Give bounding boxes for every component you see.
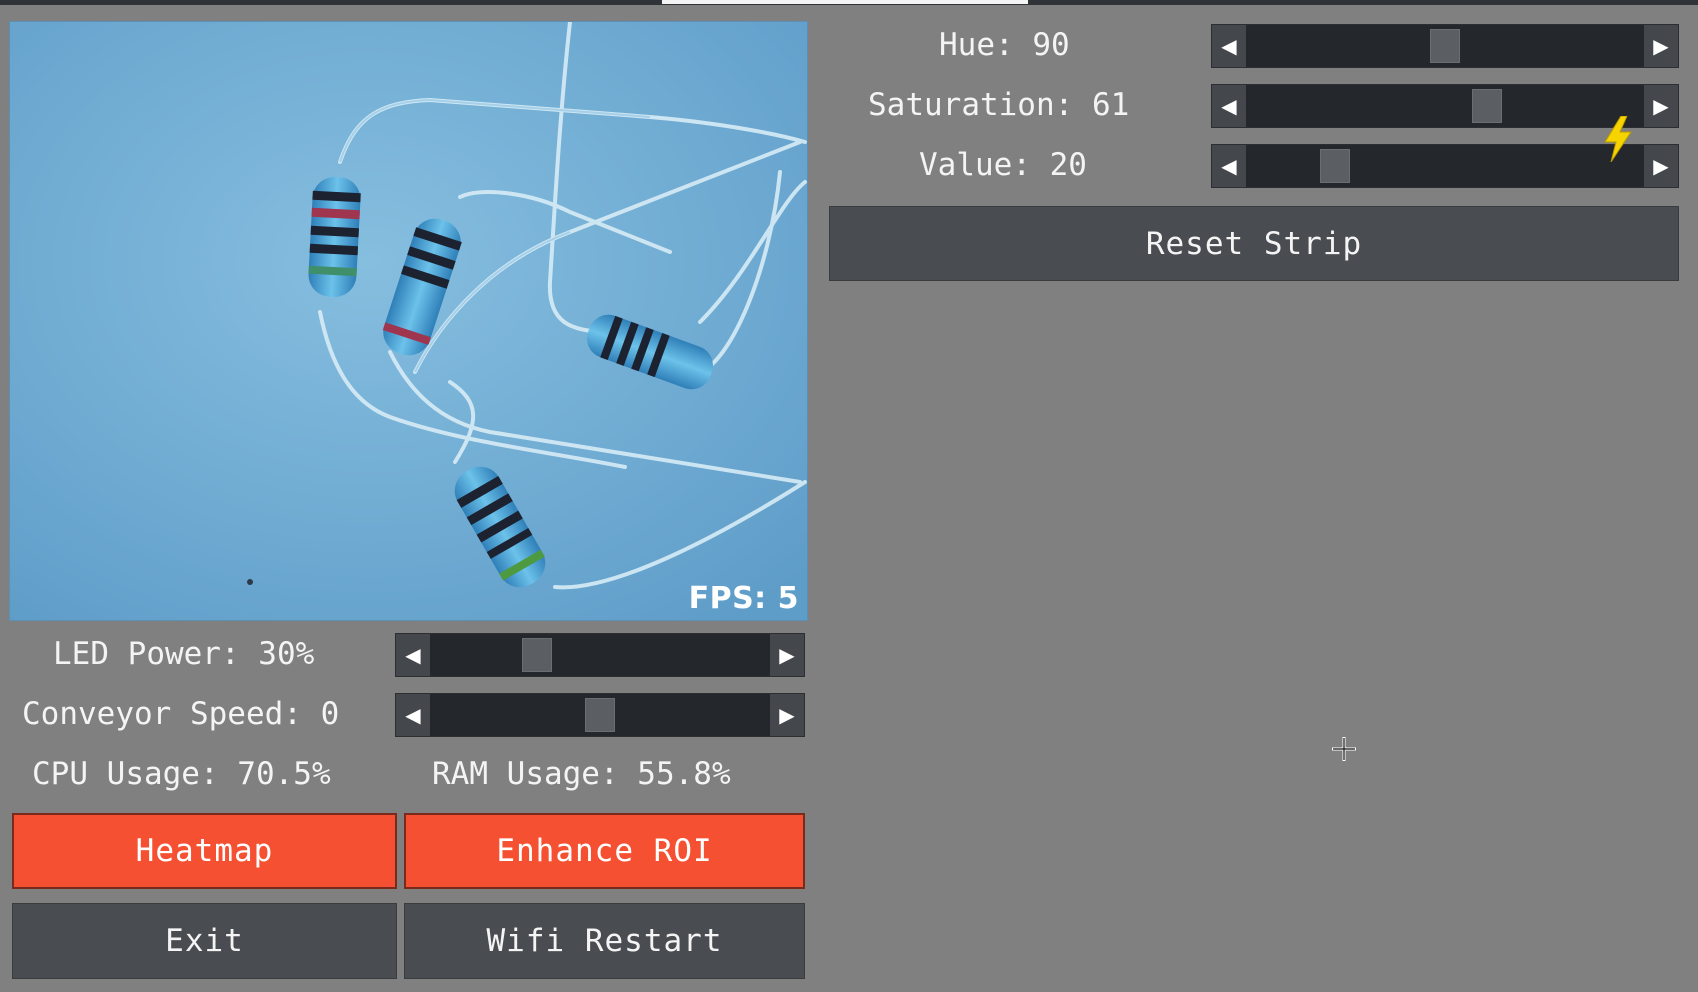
left-arrow-icon[interactable]: ◀: [1212, 25, 1246, 67]
enhance-roi-button[interactable]: Enhance ROI: [404, 813, 805, 889]
active-tab-indicator: [662, 0, 1028, 4]
left-arrow-icon[interactable]: ◀: [1212, 85, 1246, 127]
slider-track[interactable]: [1246, 85, 1644, 127]
right-arrow-icon[interactable]: ▶: [770, 634, 804, 676]
conveyor-speed-label: Conveyor Speed: 0: [22, 696, 340, 732]
right-arrow-icon[interactable]: ▶: [770, 694, 804, 736]
exit-button[interactable]: Exit: [12, 903, 397, 979]
saturation-label: Saturation: 61: [868, 87, 1130, 123]
fps-counter: FPS: 5: [688, 581, 799, 616]
right-arrow-icon[interactable]: ▶: [1644, 25, 1678, 67]
slider-track[interactable]: [1246, 145, 1644, 187]
led-power-slider[interactable]: ◀ ▶: [395, 633, 805, 677]
window-top-bar: [0, 0, 1698, 5]
crosshair-cursor-icon: [1332, 737, 1356, 761]
hue-slider[interactable]: ◀ ▶: [1211, 24, 1679, 68]
heatmap-button[interactable]: Heatmap: [12, 813, 397, 889]
wifi-restart-button[interactable]: Wifi Restart: [404, 903, 805, 979]
ram-usage: RAM Usage: 55.8%: [432, 756, 731, 792]
cpu-usage: CPU Usage: 70.5%: [32, 756, 331, 792]
led-power-label: LED Power: 30%: [53, 636, 315, 672]
hue-label: Hue: 90: [939, 27, 1070, 63]
right-arrow-icon[interactable]: ▶: [1644, 85, 1678, 127]
reset-strip-button[interactable]: Reset Strip: [829, 206, 1679, 281]
left-arrow-icon[interactable]: ◀: [1212, 145, 1246, 187]
slider-thumb[interactable]: [585, 698, 615, 732]
left-arrow-icon[interactable]: ◀: [396, 634, 430, 676]
left-arrow-icon[interactable]: ◀: [396, 694, 430, 736]
camera-image: [10, 22, 807, 620]
slider-thumb[interactable]: [1472, 89, 1502, 123]
conveyor-speed-slider[interactable]: ◀ ▶: [395, 693, 805, 737]
value-label: Value: 20: [919, 147, 1087, 183]
lightning-bolt-icon: [1604, 116, 1632, 162]
slider-thumb[interactable]: [522, 638, 552, 672]
slider-thumb[interactable]: [1320, 149, 1350, 183]
slider-thumb[interactable]: [1430, 29, 1460, 63]
camera-feed: FPS: 5: [9, 21, 808, 621]
slider-track[interactable]: [430, 634, 770, 676]
right-arrow-icon[interactable]: ▶: [1644, 145, 1678, 187]
slider-track[interactable]: [430, 694, 770, 736]
slider-track[interactable]: [1246, 25, 1644, 67]
